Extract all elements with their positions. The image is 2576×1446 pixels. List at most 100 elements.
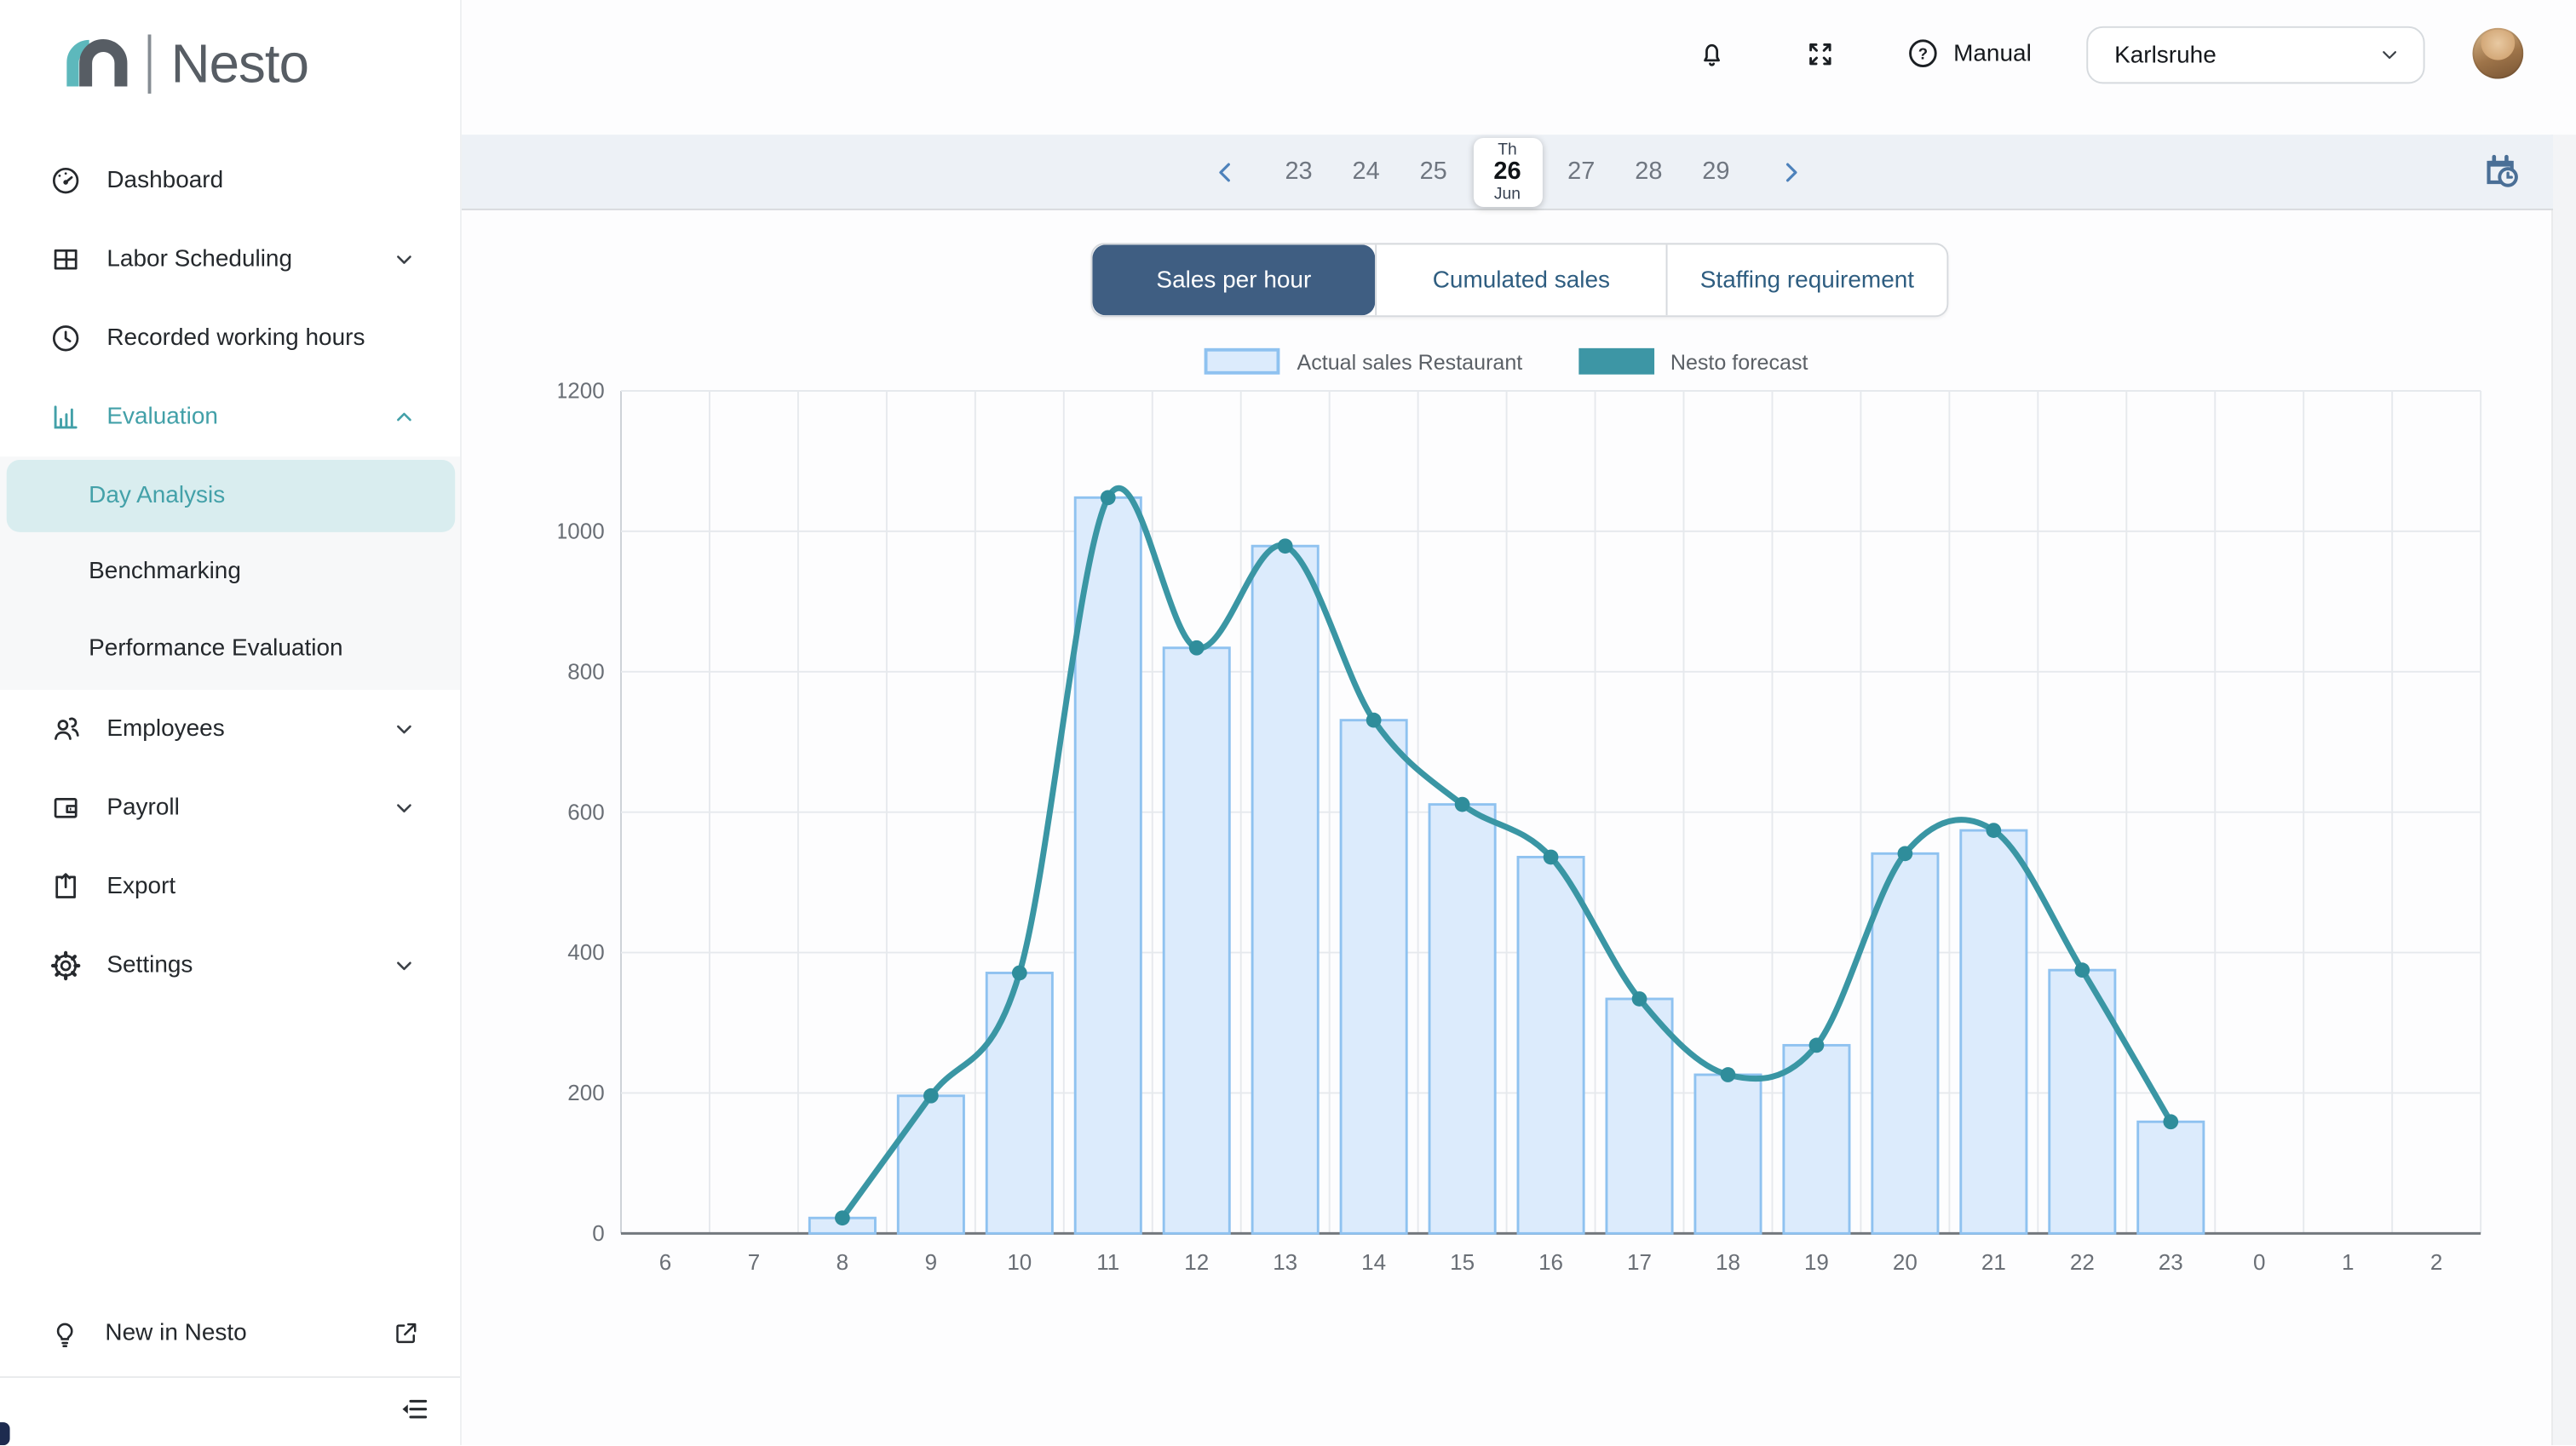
chart-view-tabs: Sales per hour Cumulated sales Staffing … [1091,243,1949,317]
tab-cumulated-sales[interactable]: Cumulated sales [1375,244,1667,315]
actual-sales-bar-13[interactable] [1252,546,1318,1233]
forecast-data-point[interactable] [1809,1038,1825,1053]
x-axis-tick-label: 16 [1538,1249,1563,1275]
x-axis-tick-label: 19 [1804,1249,1829,1275]
sidebar-item-labor-scheduling[interactable]: Labor Scheduling [0,220,460,299]
sidebar-item-performance-evaluation[interactable]: Performance Evaluation [0,609,460,686]
actual-sales-bar-17[interactable] [1607,999,1672,1233]
actual-sales-bar-14[interactable] [1341,720,1406,1234]
forecast-data-point[interactable] [1278,538,1293,554]
sidebar-item-payroll[interactable]: Payroll [0,769,460,848]
forecast-data-point[interactable] [1721,1067,1736,1082]
forecast-data-point[interactable] [1366,713,1382,728]
new-in-nesto-label: New in Nesto [105,1321,246,1347]
forecast-data-point[interactable] [1189,640,1205,656]
app-window: Nesto Dashboard Labor Scheduling [0,0,2576,1445]
day-option[interactable]: 28 [1621,158,1677,186]
selected-weekday: Th [1498,141,1517,158]
selected-day-card[interactable]: Th 26 Jun [1473,137,1542,206]
forecast-data-point[interactable] [2074,962,2090,978]
sidebar-item-evaluation[interactable]: Evaluation [0,378,460,457]
bar-chart-icon [49,401,83,434]
forecast-data-point[interactable] [1544,850,1559,865]
legend-swatch-actual-sales [1205,348,1280,375]
forecast-data-point[interactable] [1898,846,1913,861]
y-axis-tick-label: 0 [592,1220,604,1246]
x-axis-tick-label: 15 [1450,1249,1475,1275]
previous-days-chevron-left-icon[interactable] [1204,157,1246,186]
x-axis-tick-label: 11 [1096,1249,1119,1275]
x-axis-tick-label: 13 [1273,1249,1297,1275]
notifications-bell-icon[interactable] [1695,37,1728,71]
sidebar-item-recorded-working-hours[interactable]: Recorded working hours [0,299,460,378]
wallet-icon [49,792,83,825]
actual-sales-bar-16[interactable] [1518,857,1584,1233]
actual-sales-bar-15[interactable] [1429,805,1495,1234]
next-days-chevron-right-icon[interactable] [1768,157,1811,186]
sidebar-item-benchmarking[interactable]: Benchmarking [0,532,460,610]
schedule-grid-icon [49,243,83,276]
actual-sales-bar-21[interactable] [1961,830,2027,1233]
day-option[interactable]: 25 [1406,158,1462,186]
selected-day-number: 26 [1493,158,1521,185]
user-avatar[interactable] [2472,28,2523,79]
logo-divider [148,34,152,93]
fullscreen-expand-icon[interactable] [1804,37,1837,71]
actual-sales-bar-20[interactable] [1872,853,1938,1233]
calendar-clock-icon[interactable] [2481,151,2523,202]
tab-sales-per-hour[interactable]: Sales per hour [1092,244,1375,315]
actual-sales-bar-18[interactable] [1695,1075,1761,1233]
actual-sales-bar-9[interactable] [898,1096,963,1234]
chat-widget-peek[interactable] [0,1422,10,1445]
tab-staffing-requirement[interactable]: Staffing requirement [1667,244,1946,315]
scrollbar-track[interactable] [2551,135,2576,1445]
forecast-data-point[interactable] [835,1210,850,1225]
date-navigation-bar: 23 24 25 Th 26 Jun 27 28 29 [462,135,2553,210]
forecast-data-point[interactable] [1986,823,2001,838]
day-option[interactable]: 24 [1338,158,1394,186]
forecast-data-point[interactable] [2163,1114,2178,1129]
sidebar-item-day-analysis[interactable]: Day Analysis [7,460,455,532]
forecast-data-point[interactable] [1632,991,1647,1007]
actual-sales-bar-23[interactable] [2138,1122,2204,1233]
x-axis-tick-label: 1 [2342,1249,2354,1275]
nesto-logo[interactable]: Nesto [62,20,308,108]
collapse-sidebar-button[interactable] [398,1392,431,1433]
new-in-nesto-link[interactable]: New in Nesto [0,1298,460,1370]
sidebar-item-dashboard[interactable]: Dashboard [0,141,460,221]
forecast-data-point[interactable] [1012,966,1027,981]
actual-sales-bar-11[interactable] [1075,497,1141,1233]
lightbulb-icon [49,1318,81,1350]
actual-sales-bar-19[interactable] [1784,1045,1849,1233]
location-select[interactable]: Karlsruhe [2086,26,2424,83]
forecast-data-point[interactable] [923,1088,939,1104]
sidebar-item-label: Employees [106,716,224,743]
forecast-data-point[interactable] [1101,490,1116,505]
sidebar-item-export[interactable]: Export [0,847,460,927]
sidebar-item-label: Recorded working hours [106,325,365,352]
x-axis-tick-label: 23 [2159,1249,2183,1275]
day-option[interactable]: 29 [1688,158,1745,186]
chevron-down-icon [391,716,417,743]
legend-label-nesto-forecast: Nesto forecast [1670,349,1808,374]
x-axis-tick-label: 9 [925,1249,937,1275]
gear-icon [49,950,83,983]
sidebar-item-label: Settings [106,953,193,979]
sidebar-item-employees[interactable]: Employees [0,690,460,769]
forecast-data-point[interactable] [1455,797,1470,812]
actual-sales-bar-12[interactable] [1164,648,1229,1234]
sidebar-item-label: Benchmarking [89,558,241,584]
day-option[interactable]: 27 [1553,158,1609,186]
help-circle-icon: ? [1906,36,1940,70]
manual-help-button[interactable]: ? Manual [1906,36,2032,70]
sidebar-item-label: Performance Evaluation [89,634,342,661]
sidebar-divider [0,1376,460,1378]
y-axis-tick-label: 800 [567,658,604,684]
chevron-down-icon [391,795,417,821]
day-option[interactable]: 23 [1271,158,1327,186]
y-axis-tick-label: 200 [567,1080,604,1105]
sidebar-item-settings[interactable]: Settings [0,927,460,1006]
chevron-down-icon [391,246,417,273]
actual-sales-bar-10[interactable] [986,973,1052,1233]
nesto-logo-mark-icon [62,30,131,99]
